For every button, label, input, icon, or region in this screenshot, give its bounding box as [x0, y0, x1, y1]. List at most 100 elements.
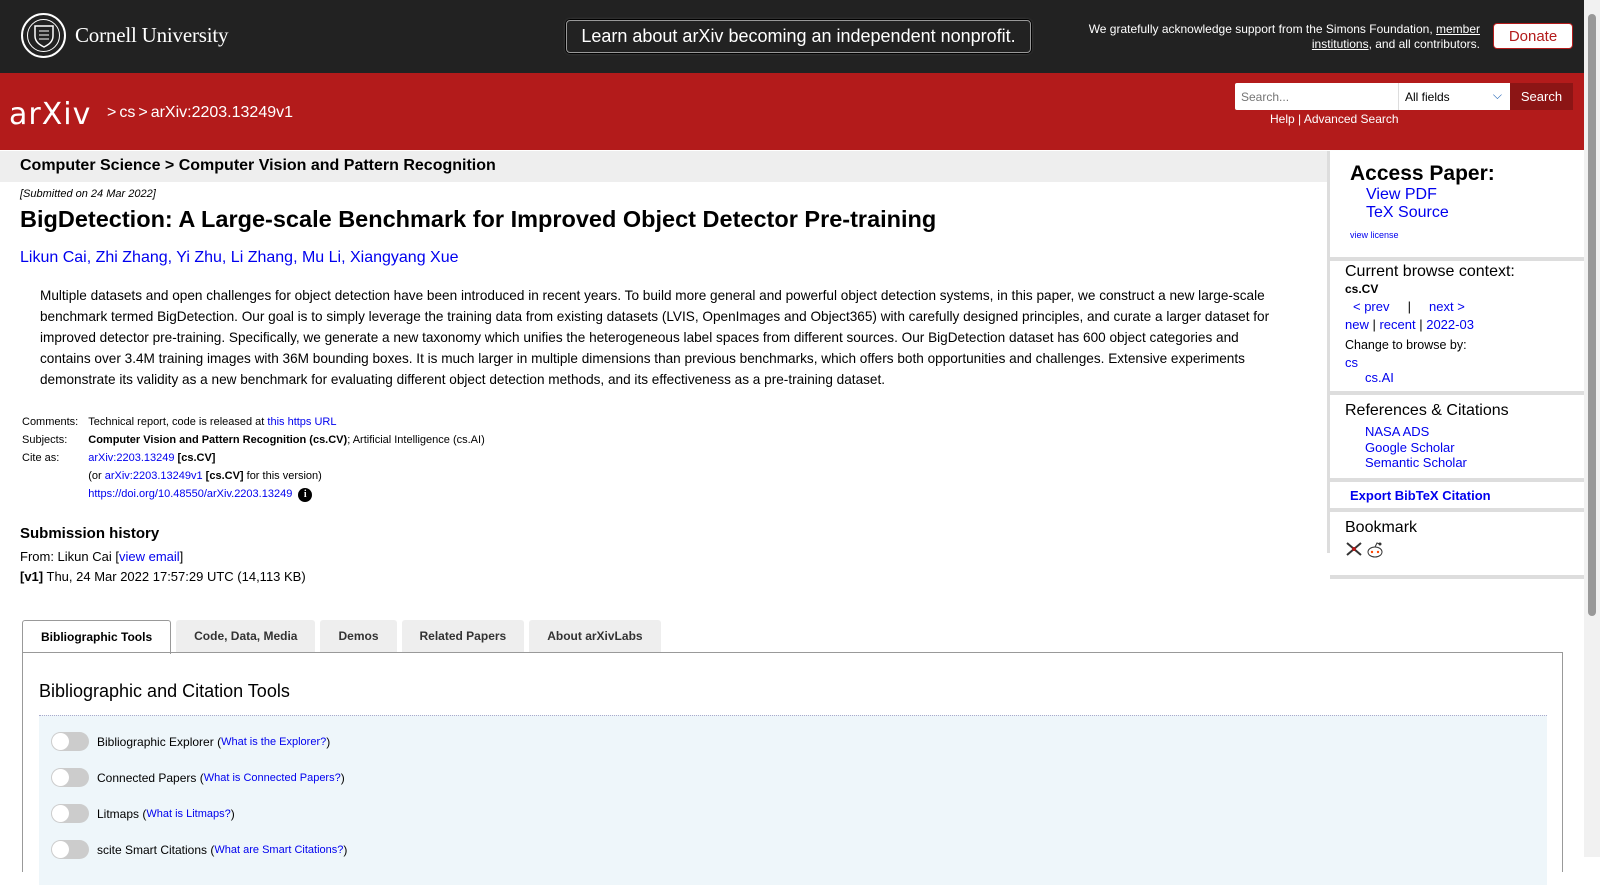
access-title: Access Paper: — [1350, 162, 1495, 185]
connected-papers-toggle[interactable] — [51, 768, 89, 787]
google-scholar-link[interactable]: Google Scholar — [1365, 440, 1585, 456]
chevron-down-icon: ⌵ — [1492, 88, 1502, 102]
help-link[interactable]: Help — [1270, 112, 1295, 126]
doi-row: https://doi.org/10.48550/arXiv.2203.1324… — [86, 485, 487, 505]
cite-value: arXiv:2203.13249 [cs.CV] — [88, 452, 216, 464]
info-icon[interactable]: i — [298, 488, 313, 502]
explorer-help-link[interactable]: What is the Explorer? — [221, 736, 326, 748]
search-button[interactable]: Search — [1510, 83, 1573, 110]
author-link[interactable]: Li Zhang — [231, 249, 293, 266]
subject-header: Computer Science > Computer Vision and P… — [0, 151, 1330, 182]
breadcrumb: > cs > arXiv:2203.13249v1 — [107, 104, 294, 121]
cite-id-link[interactable]: arXiv:2203.13249 — [88, 452, 174, 464]
prev-link[interactable]: < prev — [1353, 299, 1390, 314]
tool-row: Connected Papers (What is Connected Pape… — [51, 768, 345, 787]
context-title: Current browse context: — [1345, 263, 1515, 280]
nonprofit-banner-button[interactable]: Learn about arXiv becoming an independen… — [566, 20, 1031, 53]
advanced-search-link[interactable]: Advanced Search — [1304, 112, 1399, 126]
scrollbar[interactable] — [1584, 0, 1600, 857]
tab-related-papers[interactable]: Related Papers — [401, 620, 525, 653]
doi-link[interactable]: https://doi.org/10.48550/arXiv.2203.1324… — [88, 488, 292, 500]
scite-help-link[interactable]: What are Smart Citations? — [214, 844, 343, 856]
nasa-ads-link[interactable]: NASA ADS — [1365, 424, 1585, 440]
tab-panel: Bibliographic and Citation Tools Bibliog… — [22, 652, 1563, 885]
tex-source-link[interactable]: TeX Source — [1366, 204, 1585, 222]
tool-row: Bibliographic Explorer (What is the Expl… — [51, 732, 330, 751]
donate-button[interactable]: Donate — [1493, 23, 1573, 49]
semantic-scholar-link[interactable]: Semantic Scholar — [1365, 455, 1585, 471]
search-field-select[interactable]: All fields ⌵ — [1398, 83, 1510, 110]
scite-toggle[interactable] — [51, 840, 89, 859]
author-list: Likun Cai, Zhi Zhang, Yi Zhu, Li Zhang, … — [20, 249, 459, 266]
change-browse-label: Change to browse by: — [1345, 338, 1467, 352]
litmaps-toggle[interactable] — [51, 804, 89, 823]
arxiv-logo[interactable]: arXiv — [9, 94, 101, 144]
new-link[interactable]: new — [1345, 317, 1369, 332]
abstract: Multiple datasets and open challenges fo… — [40, 288, 1270, 387]
search-input[interactable] — [1235, 83, 1398, 110]
metadata-table: Comments: Technical report, code is rele… — [20, 413, 487, 505]
cite-label: Cite as: — [22, 452, 60, 464]
author-link[interactable]: Likun Cai — [20, 249, 87, 266]
comments-value: Technical report, code is released at th… — [88, 416, 337, 428]
paper-title: BigDetection: A Large-scale Benchmark fo… — [20, 206, 937, 232]
code-url-link[interactable]: this https URL — [267, 416, 336, 428]
prev-next-nav: < prev | next > — [1353, 299, 1465, 314]
author-link[interactable]: Yi Zhu — [176, 249, 222, 266]
references-box: References & Citations NASA ADS Google S… — [1330, 402, 1585, 482]
view-license-link[interactable]: view license — [1350, 230, 1585, 240]
explorer-toggle[interactable] — [51, 732, 89, 751]
sidebar: Access Paper: View PDF TeX Source view l… — [1327, 151, 1585, 579]
cornell-name: Cornell University — [75, 23, 229, 47]
browse-cs-link[interactable]: cs — [1345, 355, 1358, 370]
reddit-icon[interactable] — [1365, 541, 1385, 564]
cite-version-link[interactable]: arXiv:2203.13249v1 — [105, 470, 203, 482]
author-link[interactable]: Xiangyang Xue — [350, 249, 459, 266]
breadcrumb-cs-link[interactable]: cs — [119, 104, 135, 121]
help-links: Help | Advanced Search — [1270, 112, 1399, 126]
bibtex-box: Export BibTeX Citation — [1330, 482, 1585, 512]
view-pdf-link[interactable]: View PDF — [1366, 186, 1585, 204]
bibsonomy-icon[interactable] — [1345, 541, 1363, 564]
litmaps-help-link[interactable]: What is Litmaps? — [146, 808, 230, 820]
recent-link[interactable]: recent — [1379, 317, 1415, 332]
tab-about-arxivlabs[interactable]: About arXivLabs — [529, 620, 661, 653]
tools-box: Bibliographic Explorer (What is the Expl… — [39, 715, 1547, 885]
submitter: From: Likun Cai [view email] — [20, 549, 184, 564]
cornell-seal-icon — [21, 13, 66, 58]
tools-title: Bibliographic and Citation Tools — [39, 681, 290, 701]
top-banner: Cornell University Learn about arXiv bec… — [0, 0, 1584, 73]
subjects-value: Computer Vision and Pattern Recognition … — [88, 434, 485, 446]
cite-version: (or arXiv:2203.13249v1 [cs.CV] for this … — [88, 470, 322, 482]
submission-date: [Submitted on 24 Mar 2022] — [20, 188, 156, 200]
month-link[interactable]: 2022-03 — [1426, 317, 1474, 332]
author-link[interactable]: Zhi Zhang — [96, 249, 168, 266]
references-title: References & Citations — [1345, 402, 1509, 419]
version-entry: [v1] Thu, 24 Mar 2022 17:57:29 UTC (14,1… — [20, 569, 306, 584]
context-category: cs.CV — [1345, 282, 1379, 296]
subjects-label: Subjects: — [22, 434, 68, 446]
browse-context-box: Current browse context: cs.CV < prev | n… — [1330, 263, 1585, 395]
export-bibtex-link[interactable]: Export BibTeX Citation — [1350, 488, 1491, 503]
tab-demos[interactable]: Demos — [320, 620, 397, 653]
browse-csai-link[interactable]: cs.AI — [1365, 370, 1394, 385]
next-link[interactable]: next > — [1429, 299, 1465, 314]
comments-label: Comments: — [22, 416, 79, 428]
arxiv-logo-text: arXiv — [9, 97, 91, 132]
tool-row: scite Smart Citations (What are Smart Ci… — [51, 840, 347, 859]
labs-tabs: Bibliographic Tools Code, Data, Media De… — [22, 620, 666, 654]
list-nav: new | recent | 2022-03 — [1345, 317, 1474, 332]
tab-bibliographic-tools[interactable]: Bibliographic Tools — [22, 620, 172, 654]
bookmark-title: Bookmark — [1345, 519, 1418, 536]
tab-code-data-media[interactable]: Code, Data, Media — [176, 620, 316, 653]
scrollbar-thumb[interactable] — [1588, 14, 1596, 616]
connected-papers-help-link[interactable]: What is Connected Papers? — [204, 772, 341, 784]
author-link[interactable]: Mu Li — [302, 249, 341, 266]
access-paper-box: Access Paper: View PDF TeX Source view l… — [1330, 162, 1585, 261]
submission-history-title: Submission history — [20, 525, 160, 542]
view-email-link[interactable]: view email — [119, 549, 180, 564]
tool-row: Litmaps (What is Litmaps?) — [51, 804, 235, 823]
acknowledgement-text: We gratefully acknowledge support from t… — [1088, 22, 1480, 51]
cornell-logo[interactable]: Cornell University — [21, 13, 228, 58]
breadcrumb-id-link[interactable]: arXiv:2203.13249v1 — [151, 104, 293, 121]
